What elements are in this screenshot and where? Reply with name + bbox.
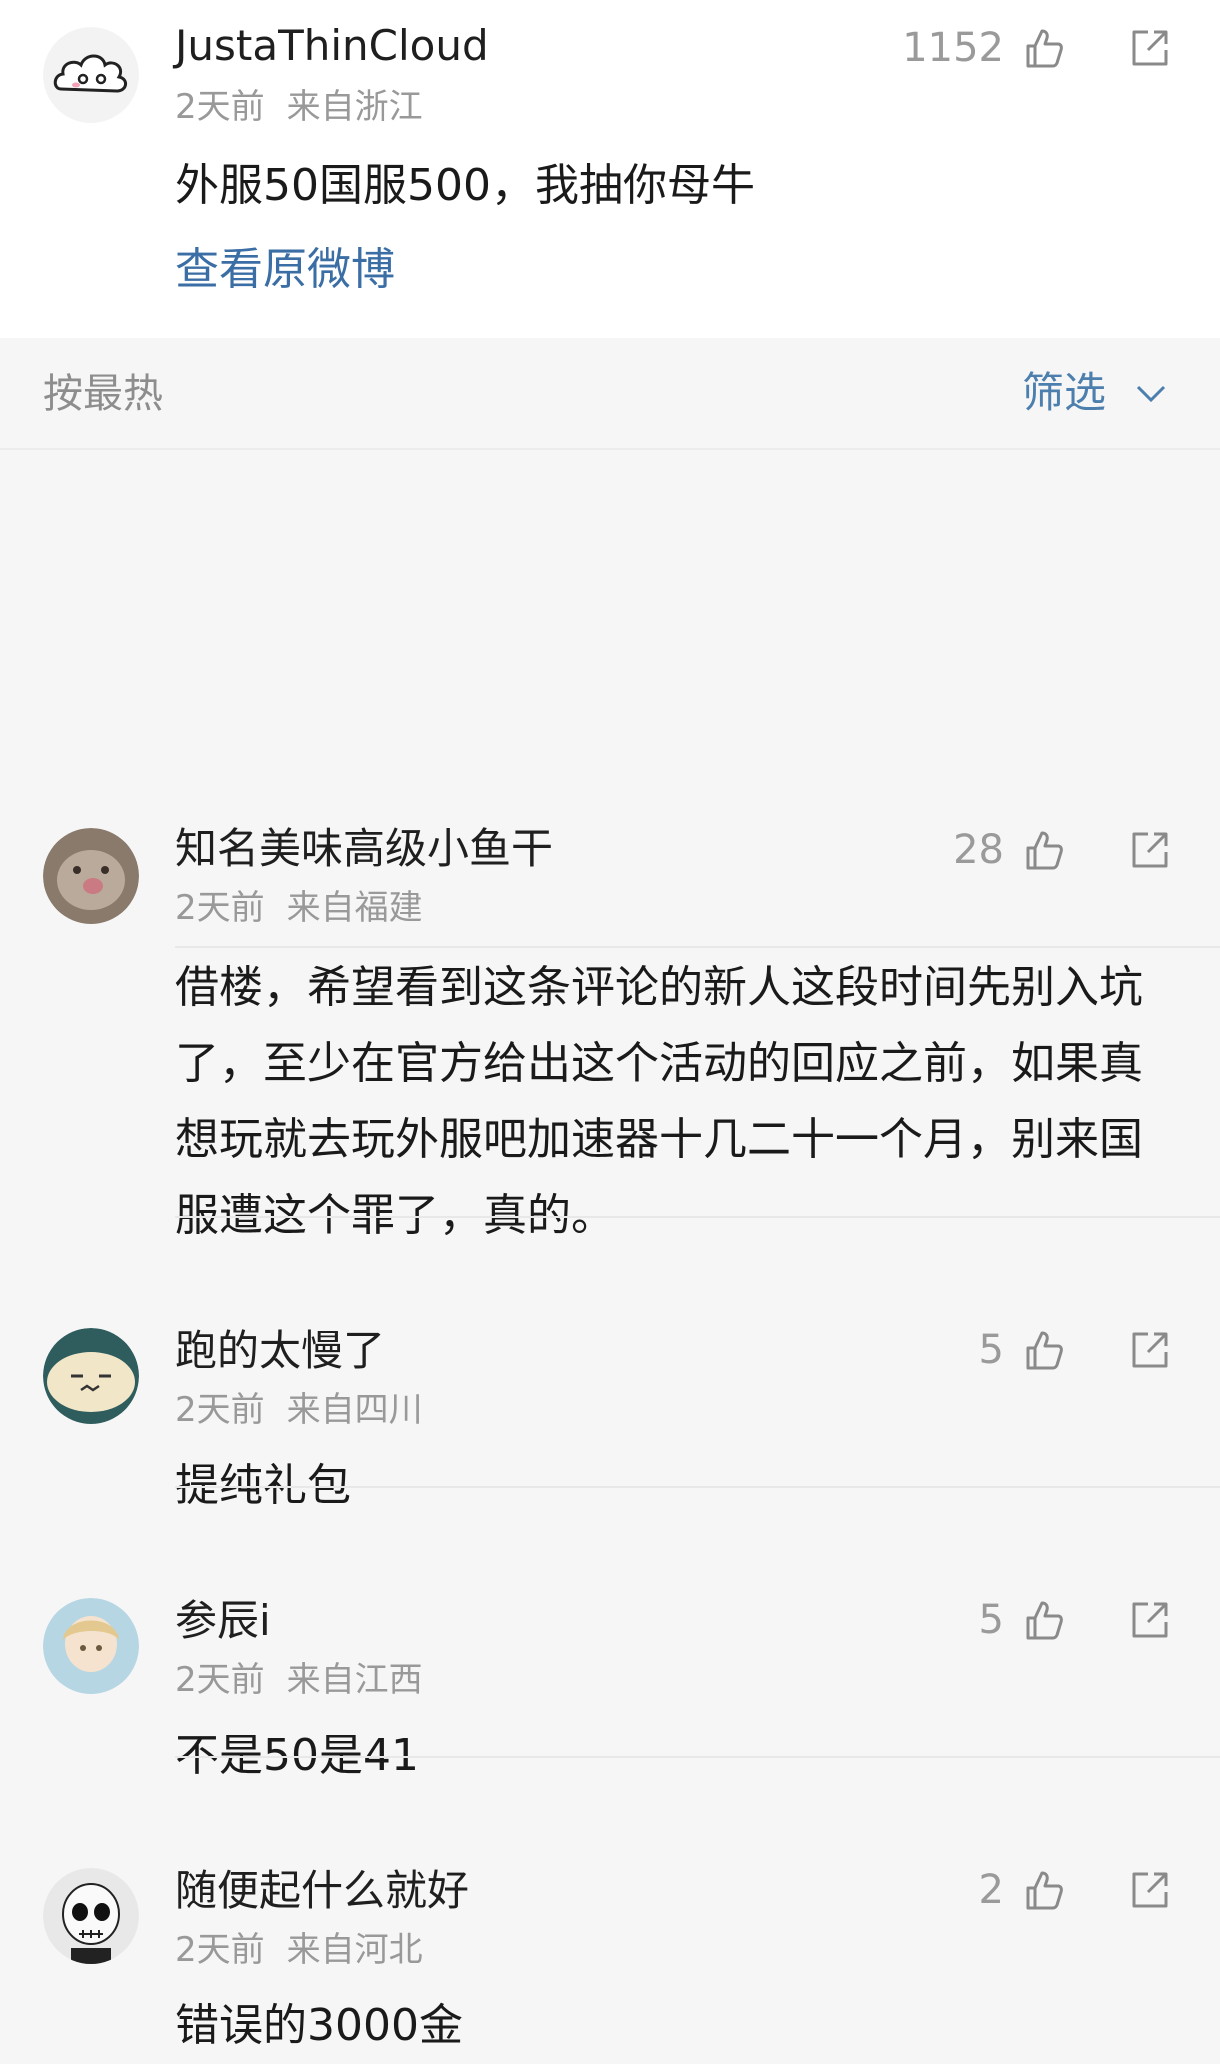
post-location: 来自浙江 [286,87,423,127]
comment-actions: 5 [979,1598,1172,1642]
post-actions: 1152 [902,26,1172,70]
divider [175,1756,1220,1758]
share-icon[interactable] [1128,1868,1172,1912]
like-count: 1152 [902,25,1004,71]
comment-time: 2天前 [175,888,265,928]
sort-bar: 按最热 筛选 [0,338,1220,450]
comment-actions: 28 [953,828,1172,872]
comment-location: 来自福建 [286,888,423,928]
share-icon[interactable] [1128,1328,1172,1372]
cloud-avatar-icon [43,27,139,123]
divider [175,1486,1220,1488]
comment-meta: 2天前 来自四川 [175,1393,423,1427]
thumbs-up-icon[interactable] [1022,1598,1066,1642]
anime-avatar-icon [43,1598,139,1694]
comment-text: 错误的3000金 [175,2000,463,2051]
original-post: JustaThinCloud 2天前 来自浙江 1152 外服50国服500，我抽… [0,0,1220,338]
post-text: 外服50国服500，我抽你母牛 [175,160,755,211]
comment-meta: 2天前 来自福建 [175,891,423,925]
like-count: 5 [978,1327,1004,1373]
filter-button[interactable]: 筛选 [1022,372,1168,414]
comment-text: 借楼，希望看到这条评论的新人这段时间先别入坑了，至少在官方给出这个活动的回应之前… [175,962,1143,1241]
filter-label: 筛选 [1021,368,1106,417]
share-icon[interactable] [1128,26,1172,70]
comment-time: 2天前 [175,1660,265,1700]
comment-location: 来自四川 [286,1390,423,1430]
post-meta: 2天前 来自浙江 [175,90,423,124]
avatar[interactable] [43,1328,139,1424]
author-name[interactable]: 知名美味高级小鱼干 [175,828,553,870]
share-icon[interactable] [1128,1598,1172,1642]
like-count: 28 [953,827,1004,873]
author-name[interactable]: 随便起什么就好 [175,1870,469,1912]
view-original-link[interactable]: 查看原微博 [175,248,395,292]
comment-actions: 2 [979,1868,1172,1912]
avatar[interactable] [43,27,139,123]
thumbs-up-icon[interactable] [1022,1328,1066,1372]
author-name[interactable]: JustaThinCloud [175,25,489,67]
share-icon[interactable] [1128,828,1172,872]
thumbs-up-icon[interactable] [1022,1868,1066,1912]
comment-location: 来自江西 [286,1660,423,1700]
author-name[interactable]: 跑的太慢了 [175,1330,385,1372]
divider [175,946,1220,948]
comment-location: 来自河北 [286,1930,423,1970]
like-count: 2 [978,1867,1004,1913]
skull-avatar-icon [43,1868,139,1964]
thumbs-up-icon[interactable] [1022,828,1066,872]
snorlax-avatar-icon [43,1328,139,1424]
avatar[interactable] [43,828,139,924]
avatar[interactable] [43,1868,139,1964]
author-name[interactable]: 参辰i [175,1600,271,1642]
hamster-avatar-icon [43,828,139,924]
comment-time: 2天前 [175,1930,265,1970]
divider [175,1216,1220,1218]
comment-actions: 5 [979,1328,1172,1372]
avatar[interactable] [43,1598,139,1694]
like-count: 5 [978,1597,1004,1643]
comment-meta: 2天前 来自河北 [175,1933,423,1967]
chevron-down-icon [1136,385,1166,403]
sort-hottest[interactable]: 按最热 [43,374,163,414]
thumbs-up-icon[interactable] [1022,26,1066,70]
comment-time: 2天前 [175,1390,265,1430]
post-time: 2天前 [175,87,265,127]
comment-meta: 2天前 来自江西 [175,1663,423,1697]
